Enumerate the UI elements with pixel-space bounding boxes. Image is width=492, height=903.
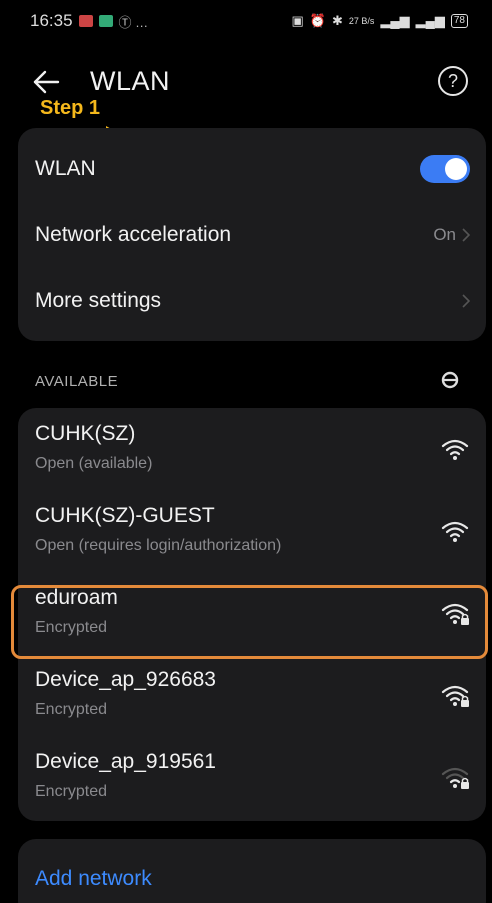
wlan-settings-card: WLAN Network acceleration On More settin… — [18, 128, 486, 341]
help-button[interactable]: ? — [438, 66, 468, 96]
wlan-toggle[interactable] — [420, 155, 470, 183]
step-label: Step 1 — [40, 97, 101, 119]
network-status: Open (available) — [35, 455, 153, 472]
wifi-icon — [441, 439, 469, 460]
available-section-header: AVAILABLE — [35, 373, 119, 390]
available-networks-card: CUHK(SZ) Open (available) CUHK(SZ)-GUEST Op… — [18, 408, 486, 821]
nfc-icon: ▣ — [291, 13, 304, 28]
network-name: eduroam — [35, 586, 118, 609]
battery-icon: 78 — [450, 14, 468, 28]
back-button[interactable] — [28, 64, 64, 100]
status-time: 16:35 — [30, 11, 73, 30]
notification-icon — [98, 15, 113, 27]
notification-icon — [78, 15, 93, 27]
toggle-knob — [445, 158, 467, 180]
network-name: CUHK(SZ)-GUEST — [35, 504, 215, 527]
wifi-lock-icon — [441, 685, 469, 707]
network-row[interactable]: CUHK(SZ) Open (available) — [18, 408, 486, 488]
back-arrow-icon — [33, 70, 60, 94]
alarm-icon: ⏰ — [309, 13, 327, 28]
wlan-toggle-row[interactable]: WLAN — [18, 136, 486, 202]
wlan-label: WLAN — [35, 157, 96, 180]
page-title: WLAN — [90, 66, 171, 96]
add-network-card: Add network — [18, 839, 486, 903]
network-status: Open (requires login/authorization) — [35, 537, 282, 554]
more-settings-row[interactable]: More settings — [18, 268, 486, 334]
network-name: Device_ap_926683 — [35, 668, 216, 691]
wlan-settings-screen: 16:35 Ⓣ … ▣ ⏰ ✱ 27 B/s ▂▄▆ ▂▄▆ 78 WLAN ?… — [0, 0, 492, 903]
chevron-right-icon — [462, 294, 470, 308]
network-acceleration-row[interactable]: Network acceleration On — [18, 202, 486, 268]
network-row[interactable]: CUHK(SZ)-GUEST Open (requires login/autho… — [18, 490, 486, 570]
network-name: CUHK(SZ) — [35, 422, 136, 445]
status-bar: 16:35 Ⓣ … ▣ ⏰ ✱ 27 B/s ▂▄▆ ▂▄▆ 78 — [0, 0, 492, 42]
refresh-icon[interactable] — [440, 370, 460, 390]
wifi-lock-icon — [441, 603, 469, 625]
wifi-icon — [441, 521, 469, 542]
network-status: Encrypted — [35, 783, 108, 800]
network-speed: 27 B/s — [348, 16, 375, 26]
network-row[interactable]: Device_ap_919561 Encrypted — [18, 736, 486, 816]
network-status: Encrypted — [35, 619, 108, 636]
signal-icon: ▂▄▆ — [380, 13, 410, 28]
network-acceleration-status: On — [433, 225, 470, 245]
chevron-right-icon — [462, 228, 470, 242]
add-network-button[interactable]: Add network — [35, 867, 152, 891]
more-settings-label: More settings — [35, 289, 162, 312]
status-bar-left: 16:35 Ⓣ … — [30, 11, 148, 31]
status-bar-right: ▣ ⏰ ✱ 27 B/s ▂▄▆ ▂▄▆ 78 — [292, 13, 468, 29]
notification-icons: Ⓣ … — [118, 14, 149, 30]
network-acceleration-value: On — [433, 225, 456, 244]
signal-icon: ▂▄▆ — [415, 13, 445, 28]
network-name: Device_ap_919561 — [35, 750, 216, 773]
network-row[interactable]: eduroam Encrypted — [18, 572, 486, 652]
help-icon: ? — [447, 70, 458, 91]
more-settings-chevron — [462, 294, 470, 308]
bluetooth-icon: ✱ — [332, 13, 343, 28]
network-row[interactable]: Device_ap_926683 Encrypted — [18, 654, 486, 734]
network-status: Encrypted — [35, 701, 108, 718]
network-acceleration-label: Network acceleration — [35, 223, 232, 246]
wifi-lock-icon — [441, 767, 469, 789]
